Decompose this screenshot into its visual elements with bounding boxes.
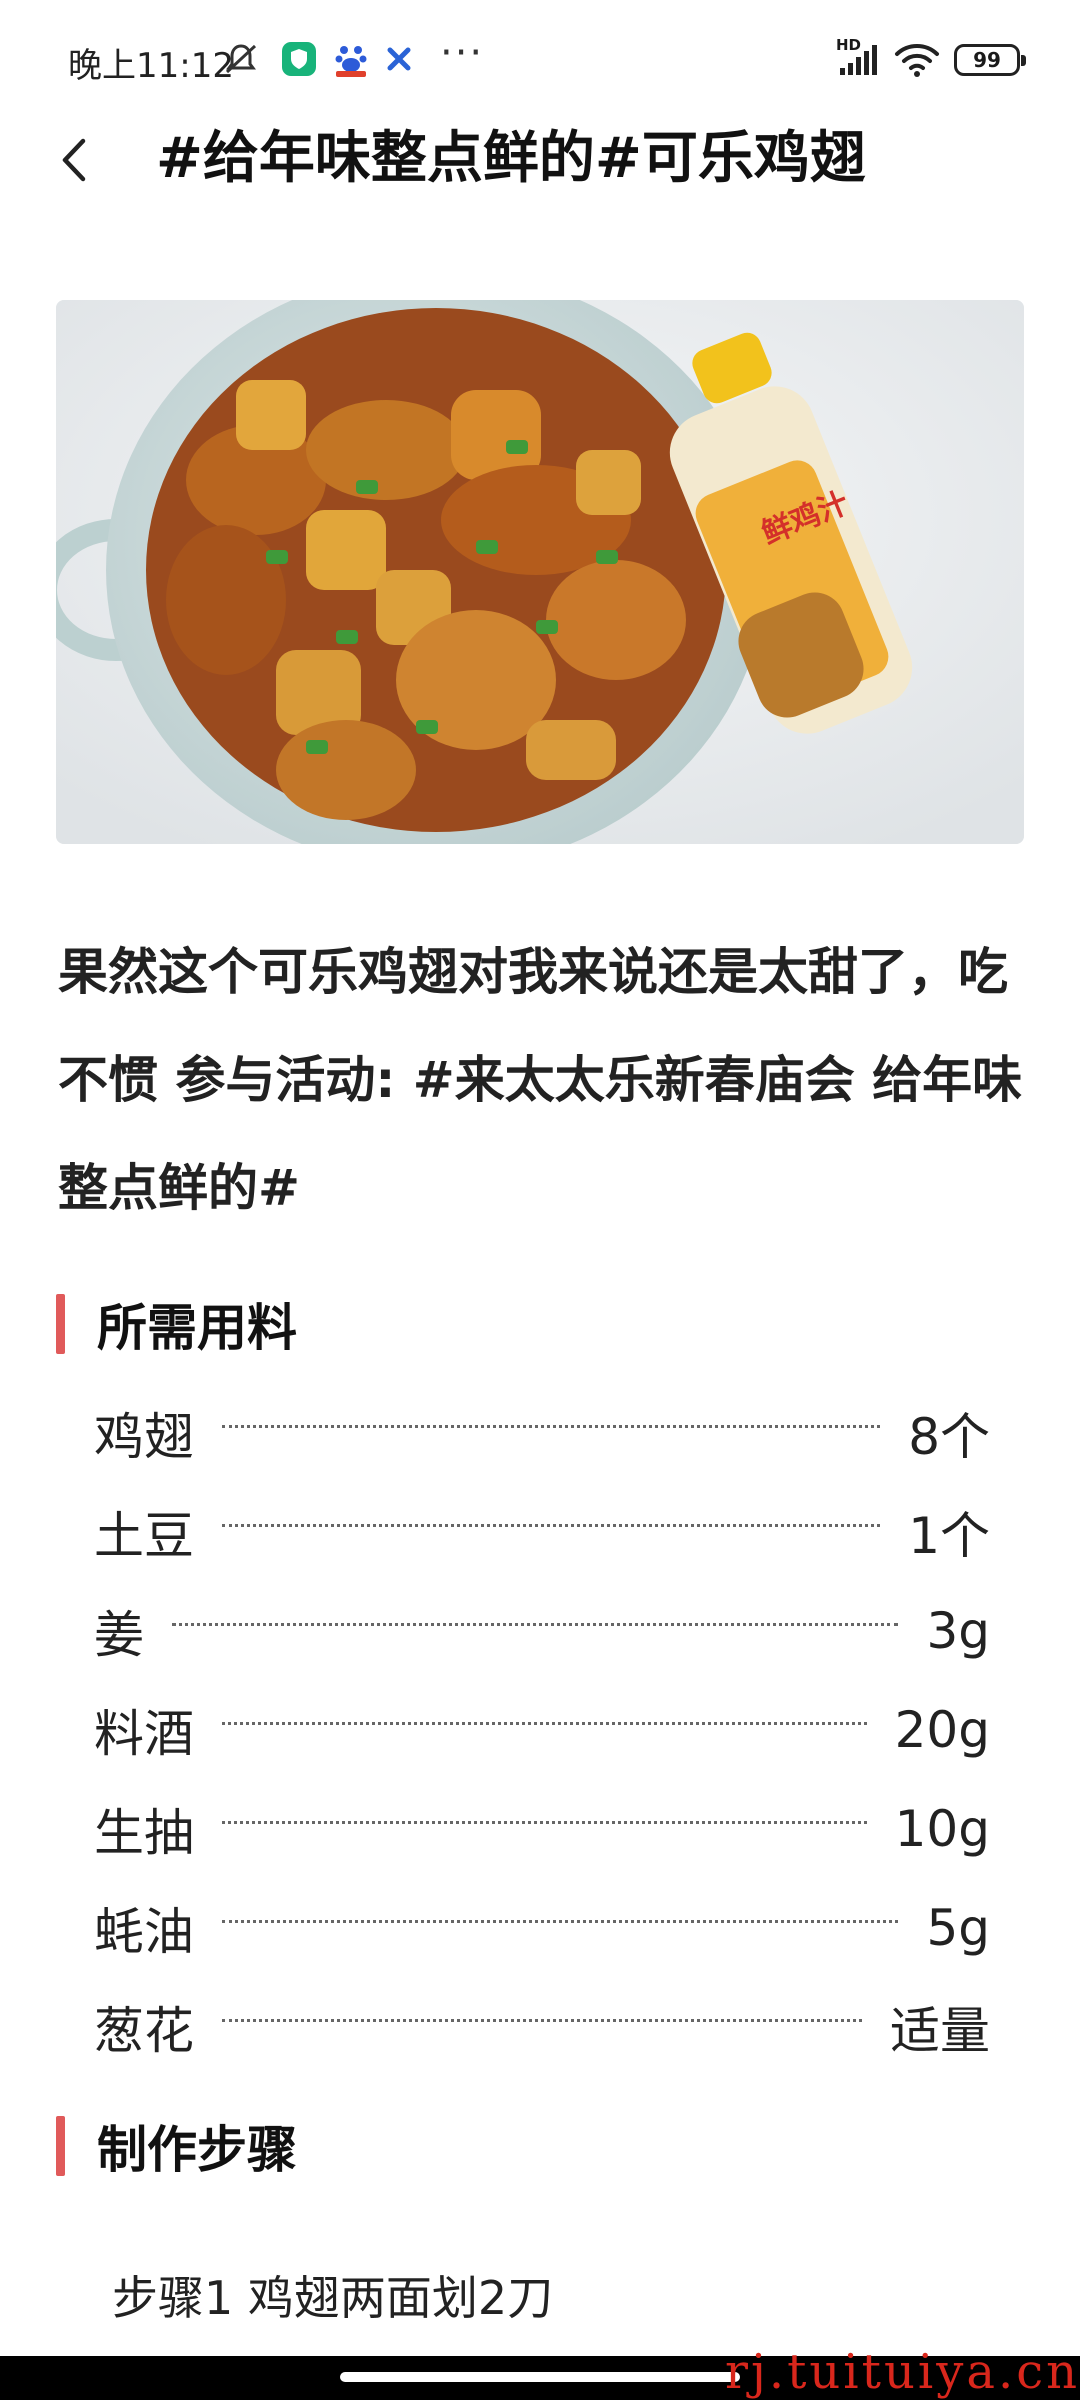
section-accent-bar: [56, 2116, 65, 2176]
recipe-photo[interactable]: 鲜鸡汁: [56, 300, 1024, 844]
ingredient-quantity: 适量: [890, 2001, 990, 2060]
ingredient-name: 葱花: [94, 2001, 194, 2060]
post-description: 果然这个可乐鸡翅对我来说还是太甜了，吃不惯 参与活动: #来太太乐新春庙会 给年…: [58, 943, 1023, 1217]
ingredient-quantity: 3g: [926, 1601, 990, 1660]
ingredient-row: 生抽 10g: [94, 1779, 990, 1878]
status-bar: 晚上11:12 ··· HD 99: [0, 0, 1080, 120]
steps-header: 制作步骤: [56, 2110, 297, 2182]
status-time: 晚上11:12: [68, 46, 234, 86]
ingredient-quantity: 20g: [894, 1700, 990, 1759]
dotted-leader: [222, 1524, 881, 1527]
dotted-leader: [222, 1821, 867, 1824]
cola-chicken-wings-illustration: 鲜鸡汁: [56, 300, 1024, 844]
signal-group: HD: [836, 36, 880, 76]
home-indicator[interactable]: [340, 2372, 740, 2382]
step-item: 步骤1 鸡翅两面划2刀: [112, 2271, 554, 2325]
dotted-leader: [222, 1722, 867, 1725]
ingredient-row: 土豆 1个: [94, 1482, 990, 1581]
ingredient-list: 鸡翅 8个 土豆 1个 姜 3g 料酒 20g 生抽 10g 蚝油 5g 葱花 …: [94, 1383, 990, 2076]
ingredients-title: 所需用料: [97, 1299, 297, 1357]
section-accent-bar: [56, 1294, 65, 1354]
dotted-leader: [222, 1920, 899, 1923]
network-type-label: HD: [836, 36, 862, 54]
ingredient-quantity: 1个: [908, 1506, 990, 1565]
ingredient-name: 生抽: [94, 1803, 194, 1862]
wifi-icon: [895, 44, 939, 77]
ingredient-row: 姜 3g: [94, 1581, 990, 1680]
status-right: HD 99: [836, 36, 1026, 82]
ingredient-quantity: 5g: [926, 1898, 990, 1957]
back-button[interactable]: [44, 120, 104, 200]
battery-indicator: 99: [954, 44, 1026, 76]
dotted-leader: [172, 1623, 899, 1626]
baidu-paw-icon: [335, 46, 367, 77]
steps-title: 制作步骤: [97, 2121, 297, 2179]
ingredient-name: 土豆: [94, 1506, 194, 1565]
mute-bell-icon: [225, 44, 257, 74]
x-app-icon: [387, 47, 411, 71]
more-notifications-icon: ···: [440, 30, 485, 76]
watermark-text: rj.tuituiya.cn: [725, 2344, 1080, 2400]
ingredient-quantity: 10g: [894, 1799, 990, 1858]
shield-app-icon: [282, 42, 316, 76]
page-title: #给年味整点鲜的#可乐鸡翅: [156, 126, 866, 191]
ingredient-row: 鸡翅 8个: [94, 1383, 990, 1482]
ingredient-name: 姜: [94, 1605, 144, 1664]
ingredient-name: 鸡翅: [94, 1407, 194, 1466]
ingredient-row: 葱花 适量: [94, 1977, 990, 2076]
ingredient-quantity: 8个: [908, 1407, 990, 1466]
ingredient-row: 料酒 20g: [94, 1680, 990, 1779]
ingredient-name: 蚝油: [94, 1902, 194, 1961]
ingredient-name: 料酒: [94, 1704, 194, 1763]
dotted-leader: [222, 2019, 862, 2022]
dotted-leader: [222, 1425, 881, 1428]
top-app-bar: #给年味整点鲜的#可乐鸡翅: [0, 110, 1080, 230]
ingredient-row: 蚝油 5g: [94, 1878, 990, 1977]
chevron-left-icon: [62, 138, 86, 182]
ingredients-header: 所需用料: [56, 1288, 297, 1360]
